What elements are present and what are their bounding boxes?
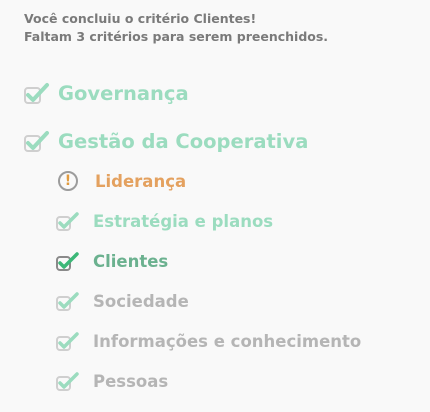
- criterion-label: Clientes: [93, 251, 169, 271]
- section-governanca[interactable]: Governança: [24, 81, 189, 105]
- check-icon: [56, 372, 79, 391]
- criterion-informacoes-e-conhecimento[interactable]: Informações e conhecimento: [56, 330, 361, 352]
- check-icon: [24, 83, 49, 104]
- criterion-label: Informações e conhecimento: [93, 331, 362, 351]
- criterion-pessoas[interactable]: Pessoas: [56, 370, 168, 392]
- criterion-lideranca[interactable]: ! Liderança: [56, 171, 186, 191]
- criterion-estrategia-e-planos[interactable]: Estratégia e planos: [56, 210, 273, 232]
- check-icon: [56, 252, 79, 271]
- check-icon: [24, 131, 49, 152]
- criterion-label: Pessoas: [93, 371, 169, 391]
- criterion-sociedade[interactable]: Sociedade: [56, 290, 189, 312]
- completion-message-line2: Faltam 3 critérios para serem preenchido…: [24, 29, 329, 44]
- criterion-clientes[interactable]: Clientes: [56, 250, 168, 272]
- check-icon: [56, 332, 79, 351]
- criterion-label: Sociedade: [93, 291, 189, 311]
- check-icon: [56, 292, 79, 311]
- section-label: Gestão da Cooperativa: [58, 129, 309, 153]
- section-label: Governança: [58, 81, 189, 105]
- criterion-label: Estratégia e planos: [93, 211, 274, 231]
- check-icon: [56, 212, 79, 231]
- section-gestao-da-cooperativa[interactable]: Gestão da Cooperativa: [24, 129, 308, 153]
- warning-icon: !: [58, 171, 78, 191]
- completion-message-line1: Você concluiu o critério Clientes!: [24, 11, 257, 26]
- completion-message: Você concluiu o critério Clientes! Falta…: [24, 10, 328, 46]
- criterion-label: Liderança: [95, 171, 187, 191]
